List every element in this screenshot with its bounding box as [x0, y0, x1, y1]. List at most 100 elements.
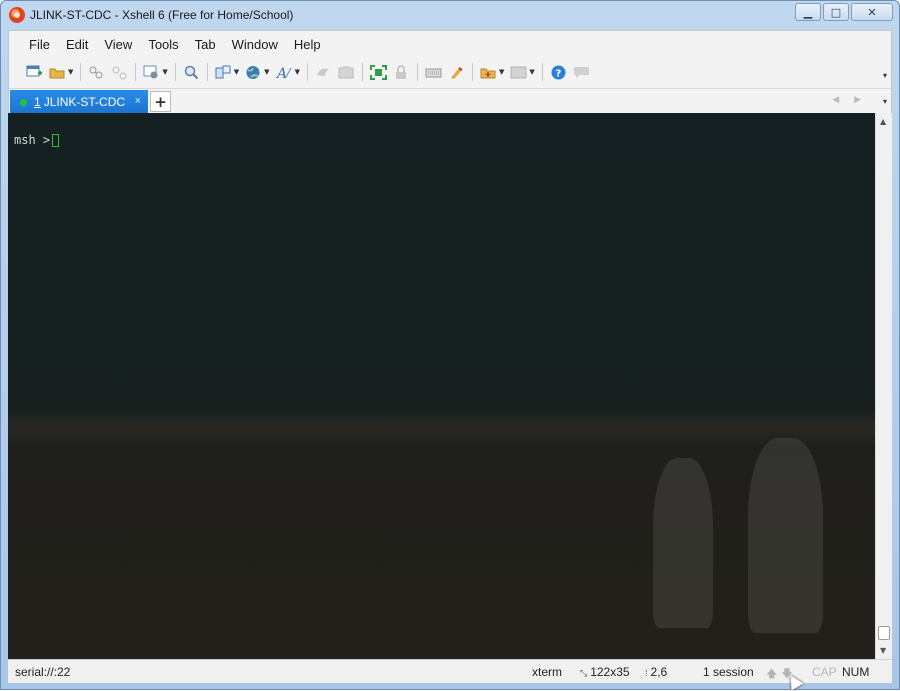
- toolbar-divider: [416, 63, 418, 81]
- transfer-button[interactable]: ▼: [212, 61, 242, 83]
- new-session-icon: [26, 65, 43, 80]
- window-controls: ▁ □ ✕: [795, 3, 893, 21]
- font-button[interactable]: A ▼: [273, 61, 303, 83]
- highlight-button[interactable]: [445, 61, 468, 83]
- scroll-up-arrow-icon[interactable]: ▲: [880, 117, 886, 126]
- reconnect-button[interactable]: [85, 61, 108, 83]
- connection-status-dot-icon: [20, 98, 27, 106]
- menu-view[interactable]: View: [96, 37, 140, 52]
- toolbar-divider: [206, 63, 208, 81]
- vertical-scrollbar[interactable]: ▲ ▼: [875, 113, 892, 659]
- xshell-app-icon[interactable]: [9, 7, 25, 23]
- tab-scroll-arrows-icon[interactable]: ◀ ▶: [832, 95, 867, 105]
- open-session-button[interactable]: ▼: [46, 61, 76, 83]
- chevron-down-icon: ▼: [498, 68, 505, 76]
- tab-bar: 1 JLINK-ST-CDC × + ◀ ▶ ▾: [9, 88, 891, 114]
- terminal-pane[interactable]: msh >: [8, 113, 875, 659]
- new-folder-icon: [480, 65, 497, 80]
- toolbar-divider: [306, 63, 308, 81]
- toolbar-divider: [471, 63, 473, 81]
- menu-tools[interactable]: Tools: [140, 37, 186, 52]
- text-cursor: [52, 133, 60, 147]
- terminal-prompt: msh >: [14, 133, 60, 147]
- chevron-down-icon: ▼: [264, 68, 270, 76]
- cursor-position-icon: ⁞: [645, 668, 648, 678]
- disconnect-icon: [111, 65, 128, 80]
- toolbar-divider: [80, 63, 82, 81]
- help-button[interactable]: ?: [547, 61, 570, 83]
- connect-icon: [88, 65, 105, 80]
- terminal-type: xterm: [532, 665, 562, 679]
- menu-file[interactable]: File: [21, 37, 58, 52]
- close-button[interactable]: ✕: [851, 3, 893, 21]
- toolbar-divider: [361, 63, 363, 81]
- find-icon: [183, 65, 200, 80]
- toolbar-divider: [174, 63, 176, 81]
- new-folder-button[interactable]: ▼: [477, 61, 507, 83]
- find-button[interactable]: [180, 61, 203, 83]
- chevron-down-icon: ▼: [68, 68, 74, 76]
- cursor-position-value: 2,6: [650, 665, 668, 679]
- transfer-icon: [215, 65, 232, 80]
- background-figure-left: [653, 458, 713, 628]
- menu-window[interactable]: Window: [224, 37, 286, 52]
- window-title: JLINK-ST-CDC - Xshell 6 (Free for Home/S…: [30, 8, 294, 22]
- xftp-icon: [315, 65, 332, 80]
- menu-edit[interactable]: Edit: [58, 37, 96, 52]
- prompt-text: msh >: [14, 133, 51, 147]
- status-bar: serial://:22 xterm ⤡ 122x35 ⁞ 2,6 1 sessio…: [8, 659, 892, 683]
- app-window: JLINK-ST-CDC - Xshell 6 (Free for Home/S…: [0, 0, 900, 691]
- num-lock-indicator: NUM: [842, 665, 870, 679]
- background-figure-right: [748, 438, 823, 633]
- menu-help[interactable]: Help: [286, 37, 329, 52]
- chevron-down-icon: ▼: [529, 68, 535, 76]
- fullscreen-button[interactable]: [367, 61, 390, 83]
- tab-list-chevron-icon[interactable]: ▾: [883, 97, 887, 106]
- terminal-size-value: 122x35: [590, 665, 630, 679]
- layout-icon: [510, 65, 527, 80]
- title-bar[interactable]: JLINK-ST-CDC - Xshell 6 (Free for Home/S…: [1, 1, 899, 29]
- svg-text:?: ?: [555, 68, 561, 79]
- toolbar-overflow-chevron-icon[interactable]: ▾: [883, 71, 887, 80]
- lock-icon: [393, 64, 410, 80]
- toolbar: ▼ ▼ ▼ ▼ A ▼ ▼ ▼ ? ▾: [9, 58, 891, 86]
- layout-button[interactable]: ▼: [507, 61, 537, 83]
- connection-address: serial://:22: [15, 665, 71, 679]
- caps-lock-indicator: CAP: [812, 665, 837, 679]
- keyboard-icon: [425, 65, 442, 80]
- terminal-size: ⤡ 122x35: [580, 665, 630, 679]
- lock-button[interactable]: [390, 61, 413, 83]
- tab-number: 1: [34, 95, 41, 109]
- session-count: 1 session: [703, 665, 754, 679]
- xagent-button[interactable]: [335, 61, 358, 83]
- chevron-down-icon: ▼: [233, 68, 240, 76]
- keyboard-button[interactable]: [422, 61, 445, 83]
- minimize-button[interactable]: ▁: [795, 3, 821, 21]
- tab-close-icon[interactable]: ×: [135, 95, 141, 107]
- highlight-icon: [448, 65, 465, 80]
- disconnect-button[interactable]: [108, 61, 131, 83]
- tab-label: JLINK-ST-CDC: [43, 95, 126, 109]
- help-icon: ?: [550, 65, 567, 80]
- maximize-button[interactable]: □: [823, 3, 849, 21]
- properties-icon: [143, 65, 160, 80]
- properties-button[interactable]: ▼: [140, 61, 170, 83]
- chevron-down-icon: ▼: [294, 68, 300, 76]
- tab-jlink-st-cdc[interactable]: 1 JLINK-ST-CDC ×: [10, 90, 148, 114]
- cursor-position: ⁞ 2,6: [645, 665, 667, 679]
- chat-icon: [573, 65, 590, 80]
- toolbar-divider: [541, 63, 543, 81]
- fullscreen-icon: [369, 64, 387, 80]
- scroll-down-arrow-icon[interactable]: ▼: [880, 646, 886, 655]
- open-folder-icon: [49, 65, 66, 80]
- toolbar-divider: [135, 63, 137, 81]
- add-tab-button[interactable]: +: [150, 91, 171, 112]
- font-icon: A: [276, 65, 293, 80]
- xftp-button[interactable]: [312, 61, 335, 83]
- menu-tab[interactable]: Tab: [187, 37, 224, 52]
- encoding-button[interactable]: ▼: [242, 61, 272, 83]
- scroll-thumb[interactable]: [878, 626, 890, 640]
- new-session-button[interactable]: [23, 61, 46, 83]
- svg-text:A: A: [276, 66, 287, 80]
- chat-button[interactable]: [570, 61, 593, 83]
